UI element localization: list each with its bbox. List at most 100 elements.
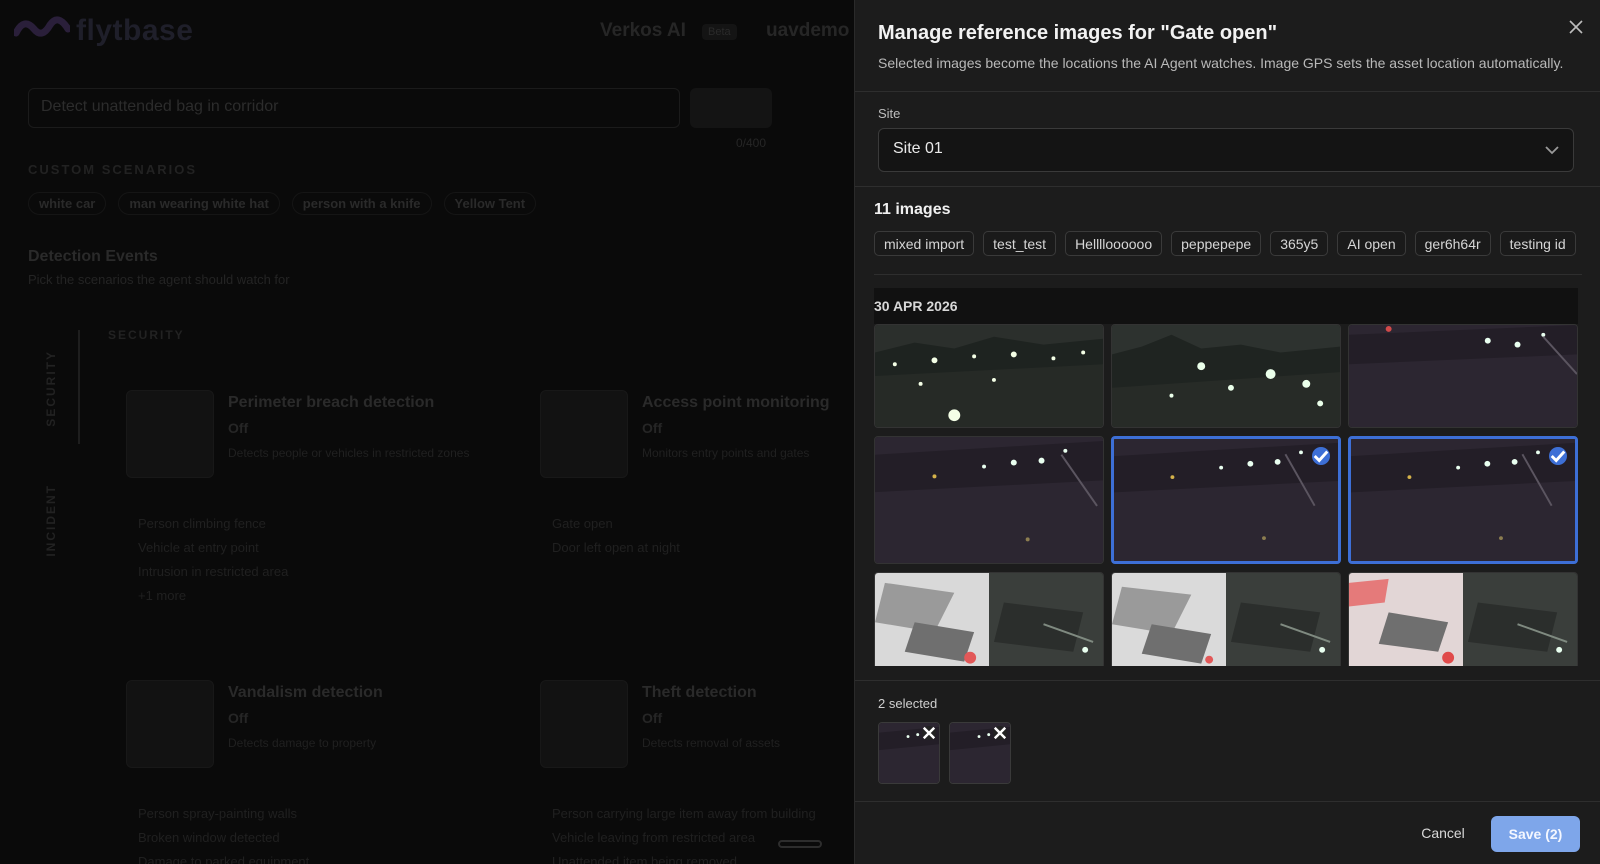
- event-example: Vehicle at entry point: [138, 540, 259, 555]
- event-example: Broken window detected: [138, 830, 280, 845]
- scenario-chip[interactable]: person with a knife: [291, 192, 432, 215]
- selected-image-chip: [949, 722, 1011, 784]
- divider: [855, 91, 1600, 92]
- event-example[interactable]: +1 more: [138, 584, 288, 608]
- event-title: Perimeter breach detection: [228, 394, 435, 411]
- tab-indicator: [78, 330, 80, 444]
- divider: [874, 274, 1582, 275]
- char-counter: 0/400: [736, 136, 767, 150]
- tag-filter[interactable]: 365y5: [1270, 231, 1329, 256]
- night-hills-image: [1112, 325, 1340, 427]
- tag-filter[interactable]: peppepepe: [1171, 231, 1262, 256]
- selected-check-icon: [1549, 447, 1567, 465]
- reference-image-thumbnail[interactable]: [1348, 572, 1578, 666]
- category-heading: SECURITY: [108, 328, 185, 342]
- cancel-button[interactable]: Cancel: [1400, 816, 1486, 850]
- event-title: Access point monitoring: [642, 394, 830, 411]
- event-example: Intrusion in restricted area: [138, 564, 289, 579]
- event-description: Detects damage to property: [228, 736, 377, 750]
- event-example: Vehicle leaving from restricted area: [552, 830, 756, 845]
- brand-name: flytbase: [76, 14, 194, 47]
- selected-check-icon: [1312, 447, 1330, 465]
- chevron-down-icon: [1545, 146, 1559, 155]
- event-status[interactable]: Off: [642, 710, 662, 726]
- event-example: Person carrying large item away from bui…: [552, 806, 816, 821]
- brand-logo: flytbase: [14, 14, 193, 48]
- close-icon[interactable]: [1565, 16, 1587, 38]
- horizontal-scrollbar[interactable]: [778, 840, 822, 848]
- tag-filter[interactable]: ger6h64r: [1414, 231, 1491, 256]
- save-button[interactable]: Save (2): [1491, 816, 1580, 852]
- event-thumbnail: [126, 680, 214, 768]
- app-title: Verkos AI: [600, 20, 686, 41]
- event-title: Theft detection: [642, 684, 757, 701]
- event-example: Person spray-painting walls: [138, 806, 297, 821]
- reference-image-thumbnail[interactable]: [1111, 324, 1341, 428]
- event-examples: Person carrying large item away from bui…: [552, 802, 816, 864]
- thermal-split-image: [1112, 573, 1340, 666]
- event-examples: Person climbing fence Vehicle at entry p…: [138, 512, 288, 608]
- flytbase-logo-icon: [14, 16, 70, 37]
- reference-image-thumbnail[interactable]: [1348, 324, 1578, 428]
- tag-filter[interactable]: Helllloooooo: [1065, 231, 1163, 256]
- night-street-image: [1114, 439, 1338, 561]
- events-heading: Detection Events: [28, 248, 158, 265]
- event-thumbnail: [540, 390, 628, 478]
- tag-filter[interactable]: mixed import: [874, 231, 975, 256]
- tag-filter[interactable]: AI open: [1337, 231, 1406, 256]
- event-status[interactable]: Off: [228, 420, 248, 436]
- reference-image-thumbnail[interactable]: [1111, 572, 1341, 666]
- night-city-image: [875, 325, 1103, 427]
- tag-filter-bar: mixed import test_test Helllloooooo pepp…: [874, 231, 1582, 259]
- remove-selected-image-icon[interactable]: [922, 726, 936, 740]
- event-thumbnail: [540, 680, 628, 768]
- thermal-split-image: [875, 573, 1103, 666]
- dialog-description: Selected images become the locations the…: [878, 55, 1564, 71]
- selected-count: 2 selected: [878, 696, 938, 711]
- event-example: Person climbing fence: [138, 516, 266, 531]
- event-thumbnail: [126, 390, 214, 478]
- event-description: Detects people or vehicles in restricted…: [228, 446, 470, 460]
- tag-filter[interactable]: test_test: [983, 231, 1057, 256]
- event-example: Damage to parked equipment: [138, 854, 310, 864]
- user-name[interactable]: uavdemo: [766, 20, 849, 42]
- image-gallery[interactable]: 30 APR 2026: [874, 288, 1578, 666]
- night-street-image: [875, 437, 1103, 563]
- event-title: Vandalism detection: [228, 684, 383, 701]
- remove-selected-image-icon[interactable]: [993, 726, 1007, 740]
- tab-security[interactable]: SECURITY: [44, 350, 58, 427]
- scenario-chip[interactable]: man wearing white hat: [118, 192, 280, 215]
- event-description: Detects removal of assets: [642, 736, 781, 750]
- tag-filter[interactable]: testing id: [1499, 231, 1576, 256]
- reference-image-thumbnail-selected[interactable]: [1348, 436, 1578, 564]
- divider: [855, 186, 1600, 187]
- selected-image-chip: [878, 722, 940, 784]
- scenario-prompt-input[interactable]: Detect unattended bag in corridor: [28, 88, 680, 128]
- events-subtitle: Pick the scenarios the agent should watc…: [28, 272, 290, 287]
- reference-image-thumbnail[interactable]: [874, 436, 1104, 564]
- image-count: 11 images: [874, 201, 951, 218]
- gallery-date-header: 30 APR 2026: [874, 288, 1578, 324]
- event-example: Gate open: [552, 516, 613, 531]
- thermal-split-image: [1349, 573, 1577, 666]
- reference-image-thumbnail[interactable]: [874, 572, 1104, 666]
- event-example: Unattended item being removed: [552, 854, 738, 864]
- custom-scenario-chips: white car man wearing white hat person w…: [28, 192, 537, 215]
- scenario-chip[interactable]: white car: [28, 192, 107, 215]
- reference-image-thumbnail[interactable]: [874, 324, 1104, 428]
- night-street-image: [1349, 325, 1577, 427]
- add-scenario-button[interactable]: [690, 88, 772, 128]
- event-description: Monitors entry points and gates: [642, 446, 810, 460]
- custom-scenarios-heading: CUSTOM SCENARIOS: [28, 162, 197, 177]
- scenario-chip[interactable]: Yellow Tent: [443, 192, 537, 215]
- event-examples: Gate open Door left open at night: [552, 512, 680, 560]
- beta-badge: Beta: [702, 24, 737, 40]
- night-street-image: [1351, 439, 1575, 561]
- reference-image-thumbnail-selected[interactable]: [1111, 436, 1341, 564]
- event-status[interactable]: Off: [642, 420, 662, 436]
- dialog-title: Manage reference images for "Gate open": [878, 22, 1278, 44]
- event-status[interactable]: Off: [228, 710, 248, 726]
- site-select[interactable]: Site 01: [878, 128, 1574, 172]
- event-example: Door left open at night: [552, 540, 680, 555]
- tab-incident[interactable]: INCIDENT: [44, 484, 58, 557]
